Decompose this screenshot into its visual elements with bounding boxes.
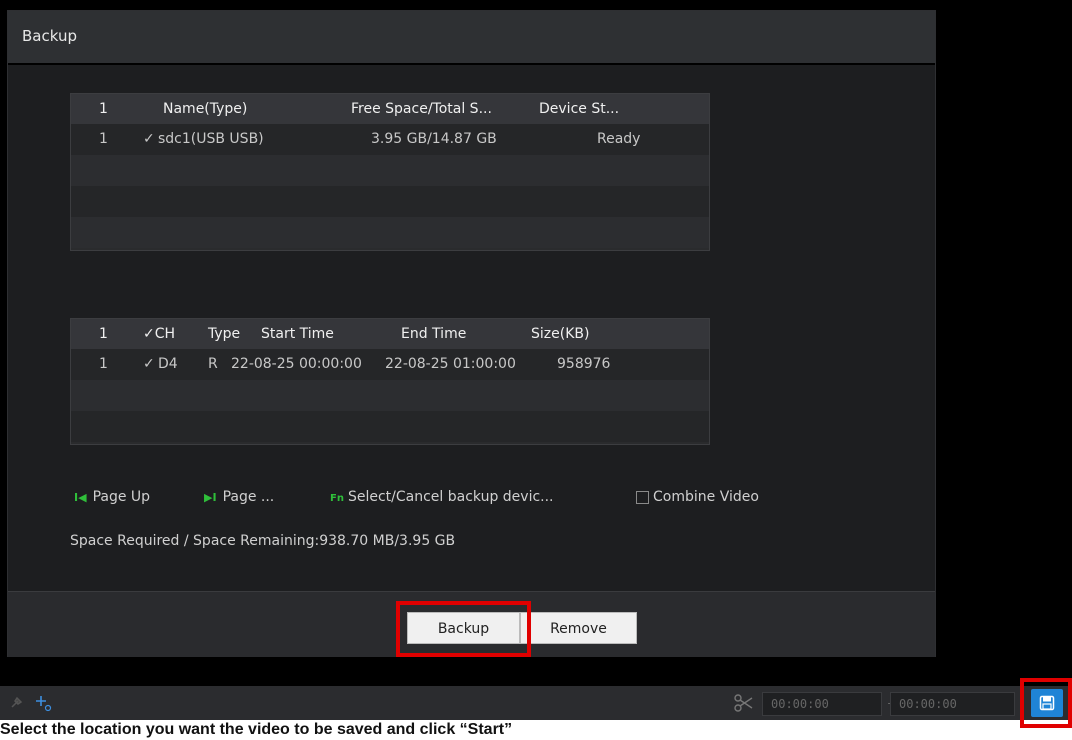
table-row-empty: [71, 186, 709, 217]
page-down-label: Page ...: [222, 489, 275, 505]
header-type[interactable]: Type: [208, 319, 240, 349]
row-index: 1: [99, 131, 108, 147]
clip-start-time[interactable]: 00:00:00: [762, 692, 882, 716]
clip-end-time[interactable]: 00:00:00: [890, 692, 1015, 716]
backup-file-table: 1 ✓CH Type Start Time End Time Size(KB) …: [70, 318, 710, 445]
combine-video-label: Combine Video: [653, 489, 759, 505]
fn-key-icon: Fn: [330, 493, 344, 504]
scissors-icon[interactable]: [734, 694, 754, 712]
header-size[interactable]: Size(KB): [531, 319, 589, 349]
remove-button[interactable]: Remove: [520, 612, 637, 644]
page-up-control[interactable]: I◀ Page Up: [74, 487, 150, 508]
file-end-time: 22-08-25 01:00:00: [385, 356, 516, 372]
page-down-key-icon: ▶I: [204, 491, 217, 504]
file-start-time: 22-08-25 00:00:00: [231, 356, 362, 372]
playback-bar: 00:00:00 - 00:00:00: [0, 686, 1072, 720]
page-up-key-icon: I◀: [74, 491, 87, 504]
header-start-time[interactable]: Start Time: [261, 319, 334, 349]
table-row-empty: [71, 217, 709, 248]
table-row-empty: [71, 411, 709, 442]
device-status: Ready: [597, 131, 641, 147]
file-channel: D4: [158, 356, 178, 372]
pin-icon[interactable]: [8, 695, 24, 711]
select-cancel-label: Select/Cancel backup devic...: [347, 489, 554, 505]
header-index: 1: [99, 101, 108, 117]
row-index: 1: [99, 356, 108, 372]
select-cancel-control[interactable]: Fn Select/Cancel backup devic...: [330, 487, 554, 509]
header-device-status[interactable]: Device St...: [539, 94, 619, 124]
save-backup-button[interactable]: [1031, 689, 1063, 717]
header-end-time[interactable]: End Time: [401, 319, 466, 349]
backup-dialog: Backup 1 Name(Type) Free Space/Total S..…: [7, 10, 936, 657]
page-down-control[interactable]: ▶I Page ...: [204, 487, 274, 508]
file-table-header: 1 ✓CH Type Start Time End Time Size(KB): [71, 319, 709, 349]
instruction-caption: Select the location you want the video t…: [0, 721, 513, 738]
backup-button[interactable]: Backup: [407, 612, 520, 644]
file-size: 958976: [557, 356, 611, 372]
header-index: 1: [99, 326, 108, 342]
device-space: 3.95 GB/14.87 GB: [371, 131, 497, 147]
checkbox-box[interactable]: [636, 490, 649, 504]
row-checkbox[interactable]: ✓: [143, 124, 155, 154]
table-row-empty: [71, 155, 709, 186]
dialog-title: Backup: [8, 11, 935, 65]
header-name-type[interactable]: Name(Type): [163, 94, 247, 124]
space-info: Space Required / Space Remaining:938.70 …: [70, 533, 456, 549]
device-table-header: 1 Name(Type) Free Space/Total S... Devic…: [71, 94, 709, 124]
table-row[interactable]: 1 ✓ D4 R 22-08-25 00:00:00 22-08-25 01:0…: [71, 349, 709, 380]
save-icon: [1039, 695, 1055, 711]
combine-video-checkbox[interactable]: Combine Video: [636, 487, 759, 507]
backup-device-table: 1 Name(Type) Free Space/Total S... Devic…: [70, 93, 710, 251]
add-tag-icon[interactable]: [34, 694, 52, 712]
row-checkbox[interactable]: ✓: [143, 349, 155, 379]
device-name: sdc1(USB USB): [158, 131, 264, 147]
file-type: R: [208, 356, 218, 372]
header-select-ch[interactable]: ✓CH: [143, 319, 175, 349]
table-row[interactable]: 1 ✓ sdc1(USB USB) 3.95 GB/14.87 GB Ready: [71, 124, 709, 155]
header-free-space[interactable]: Free Space/Total S...: [351, 94, 492, 124]
table-row-empty: [71, 380, 709, 411]
page-up-label: Page Up: [92, 489, 151, 505]
